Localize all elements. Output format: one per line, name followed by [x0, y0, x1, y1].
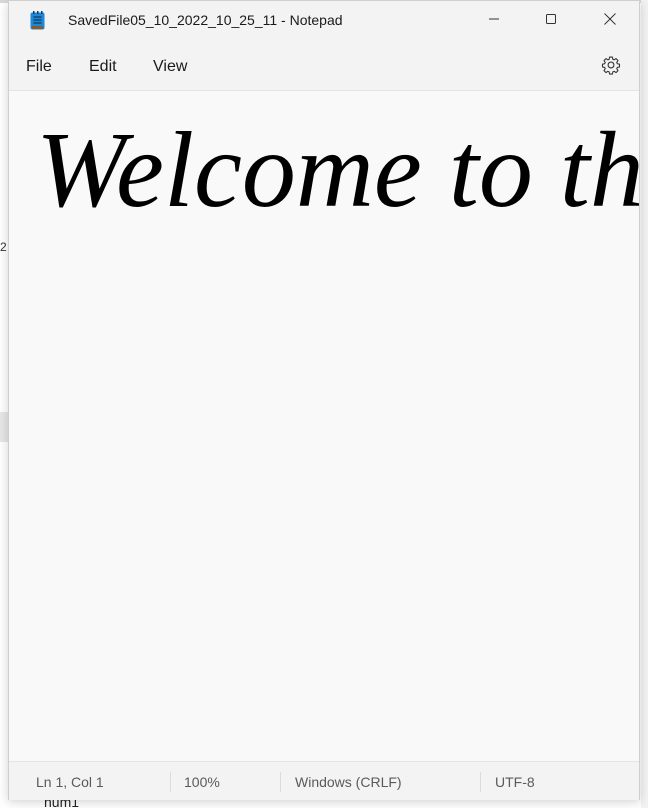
- status-divider: [280, 772, 281, 792]
- background-panel-fragment: [0, 412, 8, 442]
- menu-file[interactable]: File: [26, 58, 52, 76]
- text-editor[interactable]: Welcome to the: [9, 91, 639, 760]
- close-button[interactable]: [587, 1, 633, 41]
- minimize-button[interactable]: [471, 1, 517, 41]
- close-icon: [603, 12, 617, 31]
- notepad-icon: [30, 11, 45, 30]
- menu-edit[interactable]: Edit: [89, 58, 117, 76]
- title-bar[interactable]: SavedFile05_10_2022_10_25_11 - Notepad: [9, 1, 639, 41]
- window-title: SavedFile05_10_2022_10_25_11 - Notepad: [68, 12, 343, 28]
- maximize-icon: [545, 12, 557, 30]
- status-divider: [170, 772, 171, 792]
- notepad-window: SavedFile05_10_2022_10_25_11 - Notepad F…: [8, 0, 640, 800]
- background-panel-right: [641, 0, 648, 808]
- status-bar: Ln 1, Col 1 100% Windows (CRLF) UTF-8: [9, 761, 639, 800]
- background-text-fragment: 2: [0, 240, 7, 254]
- menu-view[interactable]: View: [153, 58, 187, 76]
- settings-button[interactable]: [597, 53, 625, 81]
- menu-bar: File Edit View: [9, 41, 639, 91]
- cursor-position[interactable]: Ln 1, Col 1: [36, 774, 104, 790]
- maximize-button[interactable]: [528, 1, 574, 41]
- zoom-level[interactable]: 100%: [184, 774, 220, 790]
- editor-content[interactable]: Welcome to the: [36, 111, 639, 231]
- line-ending[interactable]: Windows (CRLF): [295, 774, 402, 790]
- minimize-icon: [488, 12, 500, 30]
- encoding[interactable]: UTF-8: [495, 774, 535, 790]
- gear-icon: [601, 55, 621, 80]
- status-divider: [480, 772, 481, 792]
